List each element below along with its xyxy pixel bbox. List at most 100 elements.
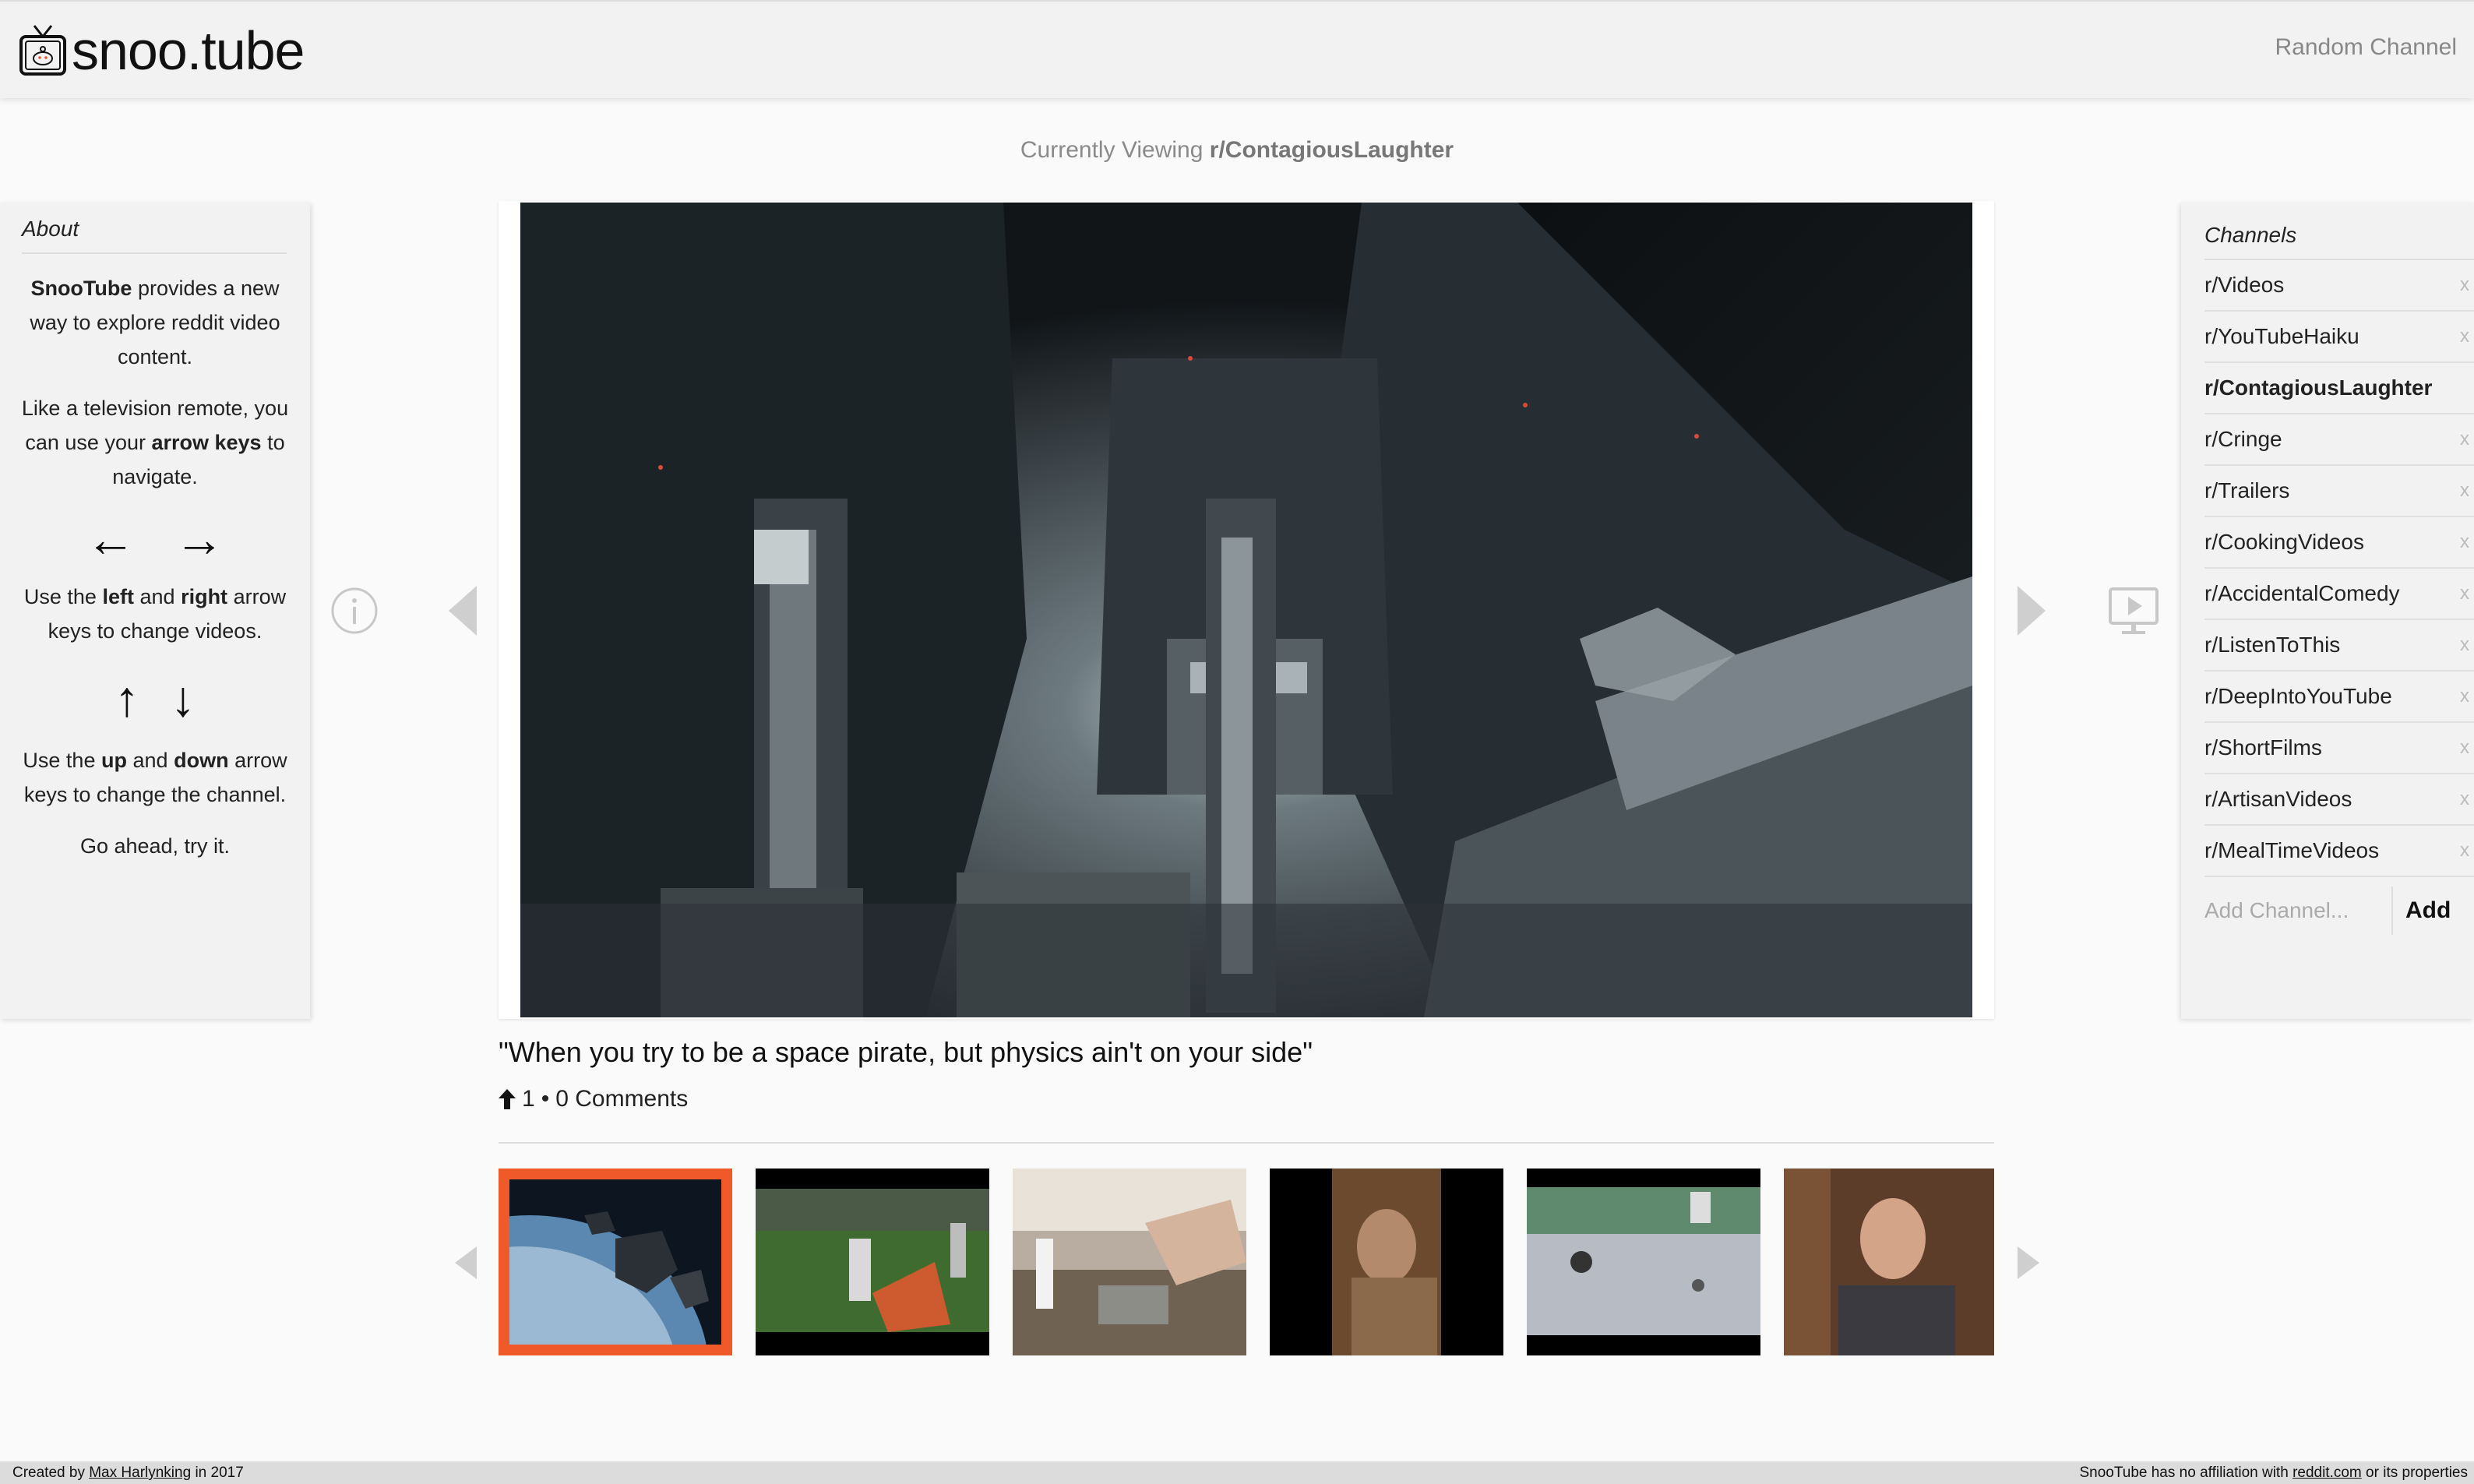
thumbnail-6[interactable] [1784, 1169, 1994, 1355]
author-link[interactable]: Max Harlynking [89, 1465, 191, 1481]
tv-play-icon[interactable] [2108, 586, 2159, 637]
channel-name[interactable]: r/Trailers [2204, 478, 2289, 503]
footer-disclaimer: SnooTube has no affiliation with reddit.… [2079, 1465, 2468, 1482]
channels-title: Channels [2204, 223, 2474, 260]
channel-list: r/Videos x r/YouTubeHaiku x r/Contagious… [2204, 260, 2474, 877]
remove-channel-button[interactable]: x [2460, 583, 2469, 605]
footer-credit: Created by Max Harlynking in 2017 [12, 1465, 244, 1482]
upvote-count: 1 [522, 1086, 535, 1112]
up-down-arrows-icon: ↑↓ [115, 671, 227, 727]
channel-item-artisanvideos[interactable]: r/ArtisanVideos x [2204, 774, 2474, 826]
meta-separator: • [541, 1086, 550, 1112]
remove-channel-button[interactable]: x [2460, 840, 2469, 862]
ud-and: and [132, 749, 168, 772]
footer-year: in 2017 [195, 1465, 244, 1481]
video-meta: 1 • 0 Comments [499, 1086, 688, 1112]
arrow-keys-text: arrow keys [151, 431, 262, 454]
left-right-arrows-icon: ←→ [86, 511, 263, 567]
channel-name[interactable]: r/ListenToThis [2204, 633, 2340, 657]
thumbnail-space-image [499, 1169, 732, 1355]
thumbnail-5[interactable] [1527, 1169, 1760, 1355]
remove-channel-button[interactable]: x [2460, 634, 2469, 656]
video-player[interactable] [499, 201, 1994, 1019]
next-video-icon[interactable] [2018, 586, 2046, 636]
channel-item-accidentalcomedy[interactable]: r/AccidentalComedy x [2204, 569, 2474, 620]
down-text: down [174, 749, 229, 772]
channel-name[interactable]: r/CookingVideos [2204, 530, 2364, 555]
tv-logo-icon [19, 25, 66, 76]
channel-item-contagiouslaughter[interactable]: r/ContagiousLaughter [2204, 363, 2474, 414]
thumbnail-suit-image [1784, 1169, 1994, 1355]
footer: Created by Max Harlynking in 2017 SnooTu… [0, 1461, 2474, 1484]
video-frame[interactable] [520, 203, 1972, 1017]
thumbnail-field-image [756, 1169, 989, 1355]
channel-item-cringe[interactable]: r/Cringe x [2204, 414, 2474, 466]
logo[interactable]: snoo.tube [19, 19, 305, 83]
space-station-scene [520, 203, 1972, 1017]
thumbnails-next-icon[interactable] [2018, 1246, 2039, 1279]
currently-viewing: Currently Viewing r/ContagiousLaughter [0, 137, 2474, 164]
add-channel-row: Add [2204, 877, 2474, 944]
channel-name[interactable]: r/DeepIntoYouTube [2204, 684, 2392, 709]
about-up-down: Use the up and down arrow keys to change… [19, 743, 291, 812]
about-left-right: Use the left and right arrow keys to cha… [19, 580, 291, 648]
add-channel-button[interactable]: Add [2391, 887, 2451, 935]
channel-item-mealtimevideos[interactable]: r/MealTimeVideos x [2204, 826, 2474, 877]
about-title: About [22, 217, 287, 254]
about-try-it: Go ahead, try it. [79, 834, 231, 858]
channel-name[interactable]: r/Videos [2204, 273, 2284, 298]
current-channel: r/ContagiousLaughter [1209, 137, 1454, 163]
prev-video-icon[interactable] [449, 586, 477, 636]
brand-name: SnooTube [30, 277, 132, 300]
channel-name[interactable]: r/Cringe [2204, 427, 2282, 452]
channel-name[interactable]: r/ShortFilms [2204, 735, 2322, 760]
thumbnail-kitchen-image [1013, 1169, 1246, 1355]
about-remote: Like a television remote, you can use yo… [19, 391, 291, 494]
thumbnail-1[interactable] [499, 1169, 732, 1355]
right-text: right [181, 585, 228, 608]
channel-name[interactable]: r/AccidentalComedy [2204, 581, 2400, 606]
lr-text-a: Use the [23, 585, 97, 608]
remove-channel-button[interactable]: x [2460, 686, 2469, 707]
thumbnail-birds-image [1527, 1169, 1760, 1355]
channel-item-deepintoyoutube[interactable]: r/DeepIntoYouTube x [2204, 672, 2474, 723]
channels-panel: Channels r/Videos x r/YouTubeHaiku x r/C… [2181, 203, 2474, 1019]
ud-text-a: Use the [23, 749, 96, 772]
thumbnail-3[interactable] [1013, 1169, 1246, 1355]
disclaimer-text-end: or its properties [2366, 1465, 2468, 1481]
channel-item-shortfilms[interactable]: r/ShortFilms x [2204, 723, 2474, 774]
remove-channel-button[interactable]: x [2460, 480, 2469, 502]
lr-and: and [139, 585, 175, 608]
remove-channel-button[interactable]: x [2460, 788, 2469, 810]
remove-channel-button[interactable]: x [2460, 326, 2469, 347]
currently-viewing-prefix: Currently Viewing [1020, 137, 1204, 163]
header: snoo.tube Random Channel [0, 0, 2474, 98]
channel-name[interactable]: r/ArtisanVideos [2204, 787, 2352, 812]
remove-channel-button[interactable]: x [2460, 737, 2469, 759]
footer-created-by: Created by [12, 1465, 85, 1481]
divider [499, 1142, 1994, 1144]
comments-link[interactable]: 0 Comments [555, 1086, 688, 1112]
random-channel-link[interactable]: Random Channel [2275, 34, 2457, 61]
reddit-link[interactable]: reddit.com [2293, 1465, 2362, 1481]
upvote-arrow-icon[interactable] [499, 1089, 516, 1109]
channel-name[interactable]: r/MealTimeVideos [2204, 838, 2379, 863]
info-icon[interactable] [330, 587, 379, 635]
left-text: left [102, 585, 134, 608]
channel-item-listentothis[interactable]: r/ListenToThis x [2204, 620, 2474, 672]
channel-item-trailers[interactable]: r/Trailers x [2204, 466, 2474, 517]
video-title[interactable]: "When you try to be a space pirate, but … [499, 1036, 1313, 1069]
channel-name[interactable]: r/ContagiousLaughter [2204, 375, 2432, 400]
add-channel-input[interactable] [2204, 898, 2391, 923]
thumbnail-4[interactable] [1270, 1169, 1503, 1355]
remove-channel-button[interactable]: x [2460, 428, 2469, 450]
channel-item-videos[interactable]: r/Videos x [2204, 260, 2474, 312]
channel-item-cookingvideos[interactable]: r/CookingVideos x [2204, 517, 2474, 569]
channel-item-youtubehaiku[interactable]: r/YouTubeHaiku x [2204, 312, 2474, 363]
remove-channel-button[interactable]: x [2460, 531, 2469, 553]
remove-channel-button[interactable]: x [2460, 274, 2469, 296]
channel-name[interactable]: r/YouTubeHaiku [2204, 324, 2359, 349]
thumbnail-man-image [1270, 1169, 1503, 1355]
thumbnails-prev-icon[interactable] [455, 1246, 477, 1279]
thumbnail-2[interactable] [756, 1169, 989, 1355]
